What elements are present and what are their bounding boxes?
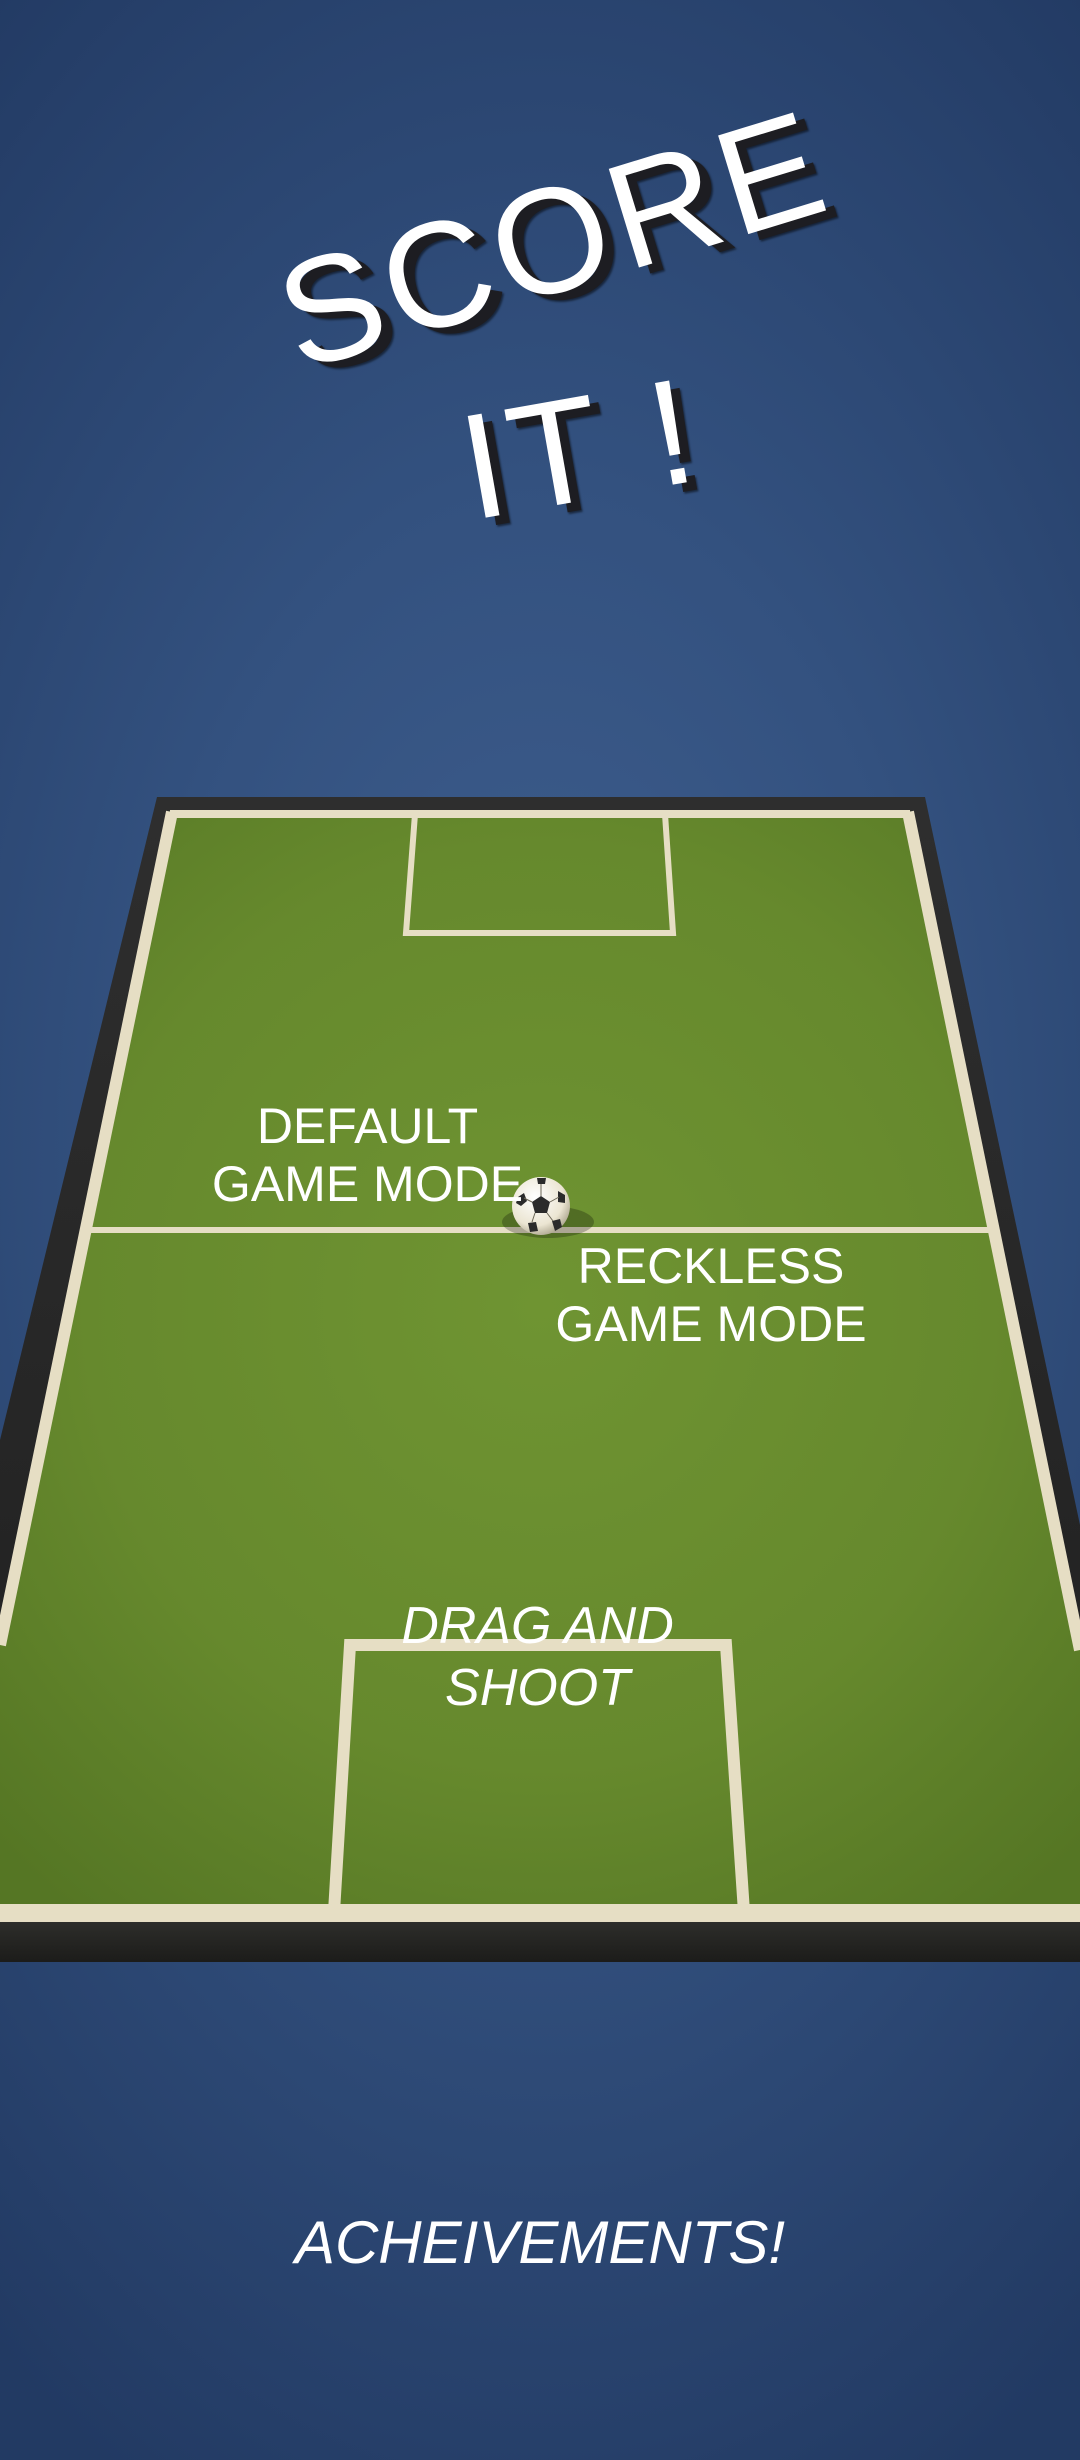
reckless-mode-line2: GAME MODE bbox=[555, 1296, 867, 1352]
drag-and-shoot-hint: DRAG AND SHOOT bbox=[350, 1595, 725, 1719]
default-game-mode-button[interactable]: DEFAULT GAME MODE bbox=[190, 1097, 545, 1213]
reckless-mode-line1: RECKLESS bbox=[577, 1238, 845, 1294]
pitch-front-edge bbox=[0, 1918, 1080, 1962]
achievements-button[interactable]: ACHEIVEMENTS! bbox=[0, 2208, 1080, 2278]
default-mode-line2: GAME MODE bbox=[211, 1156, 524, 1212]
drag-hint-line1: DRAG AND bbox=[401, 1597, 674, 1655]
pitch-grass bbox=[0, 810, 1080, 1912]
bottom-goal-line bbox=[0, 1904, 1080, 1922]
default-mode-line1: DEFAULT bbox=[256, 1098, 479, 1154]
reckless-game-mode-button[interactable]: RECKLESS GAME MODE bbox=[531, 1237, 891, 1353]
drag-hint-line2: SHOOT bbox=[445, 1659, 630, 1717]
